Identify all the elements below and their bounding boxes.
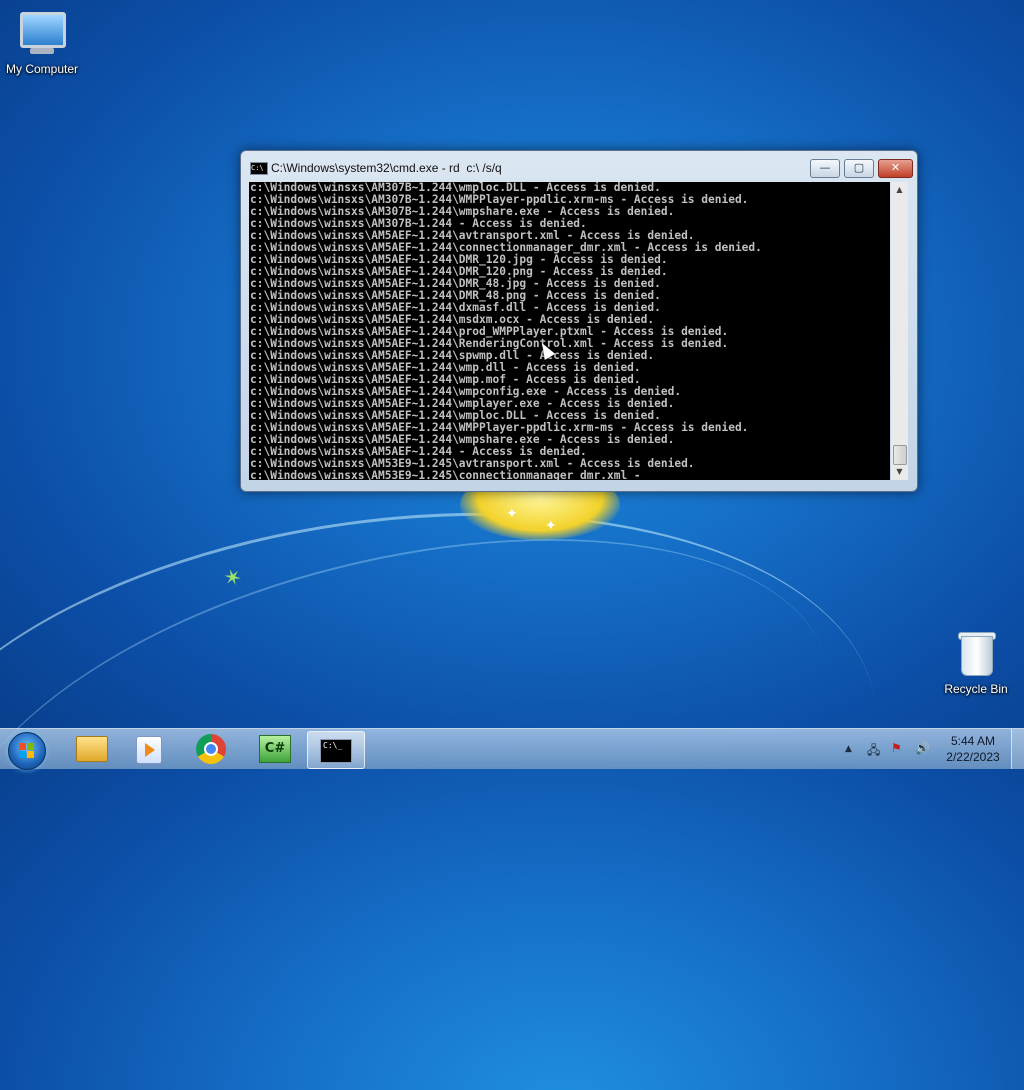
minimize-button[interactable]: — xyxy=(810,159,840,178)
volume-icon[interactable]: 🔊 xyxy=(915,741,930,755)
console-text: c:\Windows\winsxs\AM307B~1.244\wmploc.DL… xyxy=(250,182,762,480)
cmd-icon: C:\ xyxy=(250,162,268,175)
console-output[interactable]: c:\Windows\winsxs\AM307B~1.244\wmploc.DL… xyxy=(249,182,890,480)
clock-date: 2/22/2023 xyxy=(946,750,1000,764)
taskbar-cmd-button[interactable]: C:\_ xyxy=(307,731,365,769)
show-hidden-icons-chevron-icon[interactable]: ▲ xyxy=(845,744,852,754)
window-titlebar[interactable]: C:\ C:\Windows\system32\cmd.exe - rd c:\… xyxy=(241,151,917,181)
desktop-icon-my-computer[interactable]: My Computer xyxy=(0,10,84,76)
folder-icon xyxy=(76,736,108,762)
taskbar: C# C:\_ ▲ 🖧 ⚑ 🔊 5:44 AM 2/22/2023 xyxy=(0,728,1024,770)
maximize-button[interactable]: ▢ xyxy=(844,159,874,178)
cmd-icon: C:\_ xyxy=(320,739,352,763)
taskbar-chrome-button[interactable] xyxy=(184,731,240,767)
wallpaper-sparkle: ✦ xyxy=(506,506,518,522)
chrome-icon xyxy=(196,734,226,764)
clock[interactable]: 5:44 AM 2/22/2023 xyxy=(945,733,1001,765)
desktop-icon-recycle-bin[interactable]: Recycle Bin xyxy=(934,630,1018,696)
wallpaper-sparkle: ✦ xyxy=(545,518,557,534)
window-title: C:\Windows\system32\cmd.exe - rd c:\ /s/… xyxy=(271,161,502,175)
vertical-scrollbar[interactable]: ▲ ▼ xyxy=(891,182,908,480)
clock-time: 5:44 AM xyxy=(950,734,996,748)
show-desktop-button[interactable] xyxy=(1011,729,1024,769)
taskbar-csharp-button[interactable]: C# xyxy=(246,731,302,767)
windows-logo-icon xyxy=(19,743,35,759)
media-player-icon xyxy=(136,736,162,764)
recycle-bin-icon xyxy=(947,630,1005,678)
scroll-down-icon[interactable]: ▼ xyxy=(891,464,908,480)
desktop-icon-label: My Computer xyxy=(5,62,79,76)
system-tray: ▲ 🖧 ⚑ 🔊 5:44 AM 2/22/2023 xyxy=(845,729,1024,769)
desktop-icon-label: Recycle Bin xyxy=(944,682,1008,696)
taskbar-media-player-button[interactable] xyxy=(122,731,178,767)
csharp-icon: C# xyxy=(259,735,291,763)
start-button[interactable] xyxy=(8,732,46,770)
computer-icon xyxy=(2,10,82,58)
action-center-flag-icon[interactable]: ⚑ xyxy=(891,741,902,755)
taskbar-explorer-button[interactable] xyxy=(62,731,118,767)
network-icon[interactable]: 🖧 xyxy=(867,741,880,762)
scroll-thumb[interactable] xyxy=(893,445,907,465)
cmd-window[interactable]: C:\ C:\Windows\system32\cmd.exe - rd c:\… xyxy=(240,150,918,492)
scroll-up-icon[interactable]: ▲ xyxy=(891,182,908,198)
close-button[interactable]: ✕ xyxy=(878,159,913,178)
